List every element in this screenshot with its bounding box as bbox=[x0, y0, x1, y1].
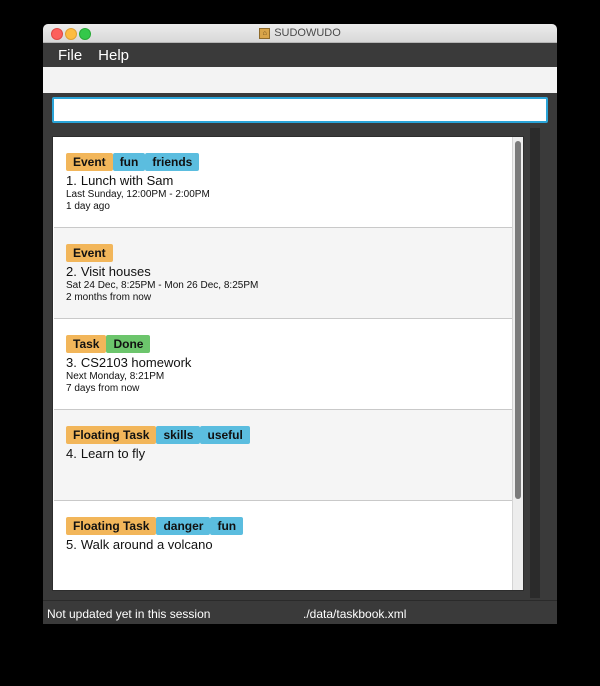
task-tags: Event fun friends bbox=[66, 153, 200, 171]
task-relative-time: 7 days from now bbox=[66, 383, 140, 394]
task-title: 5. Walk around a volcano bbox=[66, 537, 213, 552]
task-name: Learn to fly bbox=[80, 446, 146, 461]
task-tags: Event bbox=[66, 244, 113, 262]
task-type-tag: Task bbox=[66, 335, 107, 353]
side-gutter bbox=[530, 128, 540, 598]
menu-bar: File Help bbox=[43, 43, 557, 67]
task-type-tag: Event bbox=[66, 244, 113, 262]
task-tags: Floating Task danger fun bbox=[66, 517, 244, 535]
result-display-area bbox=[43, 67, 557, 93]
task-title: 4. Learn to fly bbox=[66, 446, 145, 461]
task-type-tag: Floating Task bbox=[66, 426, 157, 444]
task-name: Walk around a volcano bbox=[80, 537, 213, 552]
sync-status: Not updated yet in this session bbox=[47, 607, 211, 621]
command-input[interactable] bbox=[52, 97, 548, 123]
done-status-tag: Done bbox=[106, 335, 151, 353]
task-label-tag: skills bbox=[156, 426, 201, 444]
menu-help[interactable]: Help bbox=[90, 47, 137, 64]
task-index: 4. bbox=[66, 446, 77, 461]
task-index: 3. bbox=[66, 355, 77, 370]
task-tags: Floating Task skills useful bbox=[66, 426, 250, 444]
command-area bbox=[43, 93, 557, 128]
app-icon: ⌂ bbox=[259, 27, 271, 39]
task-datetime: Next Monday, 8:21PM bbox=[66, 371, 165, 382]
task-type-tag: Floating Task bbox=[66, 517, 157, 535]
task-tags: Task Done bbox=[66, 335, 151, 353]
save-location: ./data/taskbook.xml bbox=[303, 607, 407, 621]
task-name: CS2103 homework bbox=[80, 355, 192, 370]
task-card[interactable]: Floating Task skills useful 4. Learn to fly bbox=[54, 410, 512, 501]
menu-file[interactable]: File bbox=[43, 47, 90, 64]
task-list-panel: Event fun friends 1. Lunch with Sam Last Sund… bbox=[52, 136, 524, 591]
task-label-tag: fun bbox=[112, 153, 146, 171]
window-title-wrap: ⌂ SUDOWUDO bbox=[43, 24, 557, 42]
app-window: ⌂ SUDOWUDO File Help Event fun friends 1. Lu… bbox=[43, 24, 557, 624]
task-name: Visit houses bbox=[80, 264, 151, 279]
task-card[interactable]: Event 2. Visit houses Sat 24 Dec, 8:25PM - … bbox=[54, 228, 512, 319]
task-card[interactable]: Event fun friends 1. Lunch with Sam Last Sund… bbox=[54, 137, 512, 228]
window-title: SUDOWUDO bbox=[274, 27, 341, 39]
task-name: Lunch with Sam bbox=[80, 173, 174, 188]
scrollbar-thumb[interactable] bbox=[515, 141, 521, 499]
task-datetime: Sat 24 Dec, 8:25PM - Mon 26 Dec, 8:25PM bbox=[66, 280, 259, 291]
title-bar: ⌂ SUDOWUDO bbox=[43, 24, 557, 43]
task-index: 2. bbox=[66, 264, 77, 279]
task-label-tag: danger bbox=[156, 517, 211, 535]
task-label-tag: fun bbox=[210, 517, 244, 535]
status-bar: Not updated yet in this session ./data/t… bbox=[43, 600, 557, 624]
task-label-tag: useful bbox=[200, 426, 250, 444]
task-list-scrollbar[interactable] bbox=[512, 137, 523, 590]
task-type-tag: Event bbox=[66, 153, 113, 171]
task-title: 1. Lunch with Sam bbox=[66, 173, 173, 188]
task-card[interactable]: Floating Task danger fun 5. Walk around a vo… bbox=[54, 501, 512, 590]
task-index: 5. bbox=[66, 537, 77, 552]
task-title: 3. CS2103 homework bbox=[66, 355, 191, 370]
task-index: 1. bbox=[66, 173, 77, 188]
task-card[interactable]: Task Done 3. CS2103 homework Next Monday, 8:… bbox=[54, 319, 512, 410]
task-relative-time: 1 day ago bbox=[66, 201, 110, 212]
task-datetime: Last Sunday, 12:00PM - 2:00PM bbox=[66, 189, 210, 200]
task-label-tag: friends bbox=[145, 153, 200, 171]
task-title: 2. Visit houses bbox=[66, 264, 151, 279]
task-relative-time: 2 months from now bbox=[66, 292, 152, 303]
